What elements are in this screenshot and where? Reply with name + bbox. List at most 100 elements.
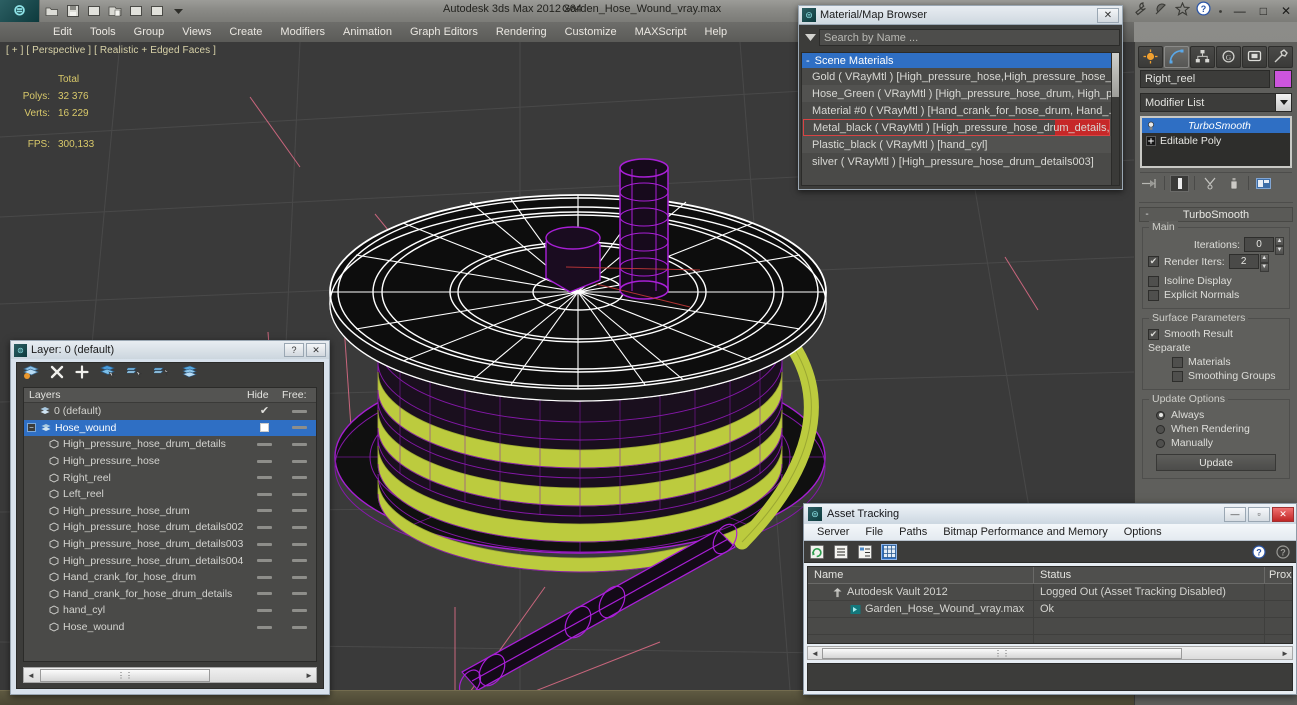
create-tab[interactable] [1138,45,1163,68]
hide-toggle[interactable] [257,525,272,529]
new-layer-icon[interactable] [23,364,39,384]
asset-row-vault[interactable]: Autodesk Vault 2012 Logged Out (Asset Tr… [808,583,1292,601]
layer-row-object[interactable]: Hose_wound [24,619,316,636]
modifier-stack[interactable]: TurboSmooth Editable Poly [1140,116,1292,168]
layer-window-close-button[interactable]: ✕ [306,343,326,357]
update-option-always[interactable]: Always [1148,409,1284,421]
freeze-toggle[interactable] [291,476,307,480]
hide-toggle[interactable] [257,476,272,480]
menu-item-maxscript[interactable]: MAXScript [626,24,696,40]
layer-row-object[interactable]: Left_reel [24,486,316,503]
asset-row-maxfile[interactable]: Garden_Hose_Wound_vray.max Ok [808,600,1292,618]
freeze-toggle[interactable] [291,409,307,413]
asset-menu-file[interactable]: File [857,526,891,538]
materials-checkbox[interactable] [1172,356,1183,368]
object-name-field[interactable]: Right_reel [1140,70,1270,88]
dropdown-icon[interactable] [169,2,187,20]
search-input[interactable]: Search by Name ... [819,28,1120,46]
render-iters-stepper[interactable]: ▲ ▼ [1259,254,1269,272]
asset-menu-options[interactable]: Options [1116,526,1170,538]
update-option-when-rendering[interactable]: When Rendering [1148,423,1284,435]
asset-grid[interactable]: Name Status Prox Autodesk Vault 2012 Log… [807,566,1293,644]
layer-row-object[interactable]: High_pressure_hose_drum_details [24,436,316,453]
render-iters-field[interactable]: 2 [1228,254,1259,269]
save-icon[interactable] [64,2,82,20]
hide-toggle[interactable] [257,575,272,579]
menu-item-tools[interactable]: Tools [81,24,125,40]
freeze-toggle[interactable] [291,426,307,430]
layer-row-object[interactable]: High_pressure_hose_drum [24,503,316,520]
viewport-label[interactable]: [ + ] [ Perspective ] [ Realistic + Edge… [6,45,216,56]
material-item-gold[interactable]: Gold ( VRayMtl ) [High_pressure_hose,Hig… [802,68,1111,85]
pin-stack-icon[interactable] [1140,175,1159,192]
redo-icon[interactable] [106,2,124,20]
freeze-toggle[interactable] [291,592,307,596]
scroll-right-arrow[interactable]: ► [1278,649,1292,658]
asset-menu-bitmap-performance[interactable]: Bitmap Performance and Memory [935,526,1115,538]
refresh-icon[interactable] [809,544,825,560]
hide-toggle[interactable] [257,592,272,596]
display-tab[interactable] [1242,45,1267,68]
scroll-left-arrow[interactable]: ◄ [24,671,38,680]
layer-row-hose-wound[interactable]: − Hose_wound [24,419,316,437]
freeze-toggle[interactable] [291,492,307,496]
material-list-scrollbar[interactable] [1111,52,1120,186]
freeze-toggle[interactable] [291,525,307,529]
asset-tracking-window[interactable]: ⊜ Asset Tracking — ▫ ✕ Server File Paths… [803,503,1297,695]
freeze-toggle[interactable] [291,608,307,612]
material-item-hose-green[interactable]: Hose_Green ( VRayMtl ) [High_pressure_ho… [802,85,1111,102]
modifier-list-dropdown[interactable]: Modifier List [1140,93,1292,112]
layer-row-default[interactable]: 0 (default) ✔ [24,403,316,420]
freeze-toggle[interactable] [291,542,307,546]
freeze-toggle[interactable] [291,442,307,446]
menu-item-rendering[interactable]: Rendering [487,24,556,40]
asset-maximize-button[interactable]: ▫ [1248,506,1270,522]
iterations-stepper[interactable]: ▲ ▼ [1275,237,1284,255]
always-radio[interactable] [1156,410,1165,420]
asset-row-empty[interactable] [808,634,1292,643]
scrollbar-thumb[interactable]: ⋮⋮ [822,647,1182,659]
layer-row-object[interactable]: Right_reel [24,469,316,486]
utilities-tab[interactable] [1268,45,1293,68]
delete-layer-icon[interactable] [50,365,64,384]
scene-materials-group-header[interactable]: - Scene Materials [802,53,1111,68]
hide-toggle[interactable] [257,559,272,563]
material-item-silver[interactable]: silver ( VRayMtl ) [High_pressure_hose_d… [802,153,1111,170]
update-button[interactable]: Update [1156,454,1276,471]
select-objects-icon[interactable] [100,364,116,384]
smoothing-groups-checkbox[interactable] [1172,370,1183,382]
modifier-stack-item-editable-poly[interactable]: Editable Poly [1142,133,1290,148]
isoline-display-checkbox[interactable] [1148,275,1159,287]
hide-toggle[interactable] [257,608,272,612]
freeze-toggle[interactable] [291,575,307,579]
modifier-stack-item-turbosmooth[interactable]: TurboSmooth [1142,118,1290,133]
menu-item-group[interactable]: Group [125,24,174,40]
freeze-toggle[interactable] [291,625,307,629]
help-blue-icon[interactable]: ? [1251,544,1267,560]
freeze-toggle[interactable] [291,459,307,463]
undo-icon[interactable] [85,2,103,20]
layer-row-object[interactable]: Hand_crank_for_hose_drum [24,569,316,586]
freeze-toggle[interactable] [291,559,307,563]
layer-row-object[interactable]: High_pressure_hose [24,453,316,470]
asset-menu-server[interactable]: Server [809,526,857,538]
modify-tab[interactable] [1164,45,1189,68]
help-grey-icon[interactable]: ? [1275,544,1291,560]
scrollbar-thumb[interactable]: ⋮⋮ [40,668,210,682]
scroll-left-arrow[interactable]: ◄ [808,649,822,658]
max-logo-button[interactable]: ⊜ [0,0,40,22]
star-icon[interactable] [1174,1,1190,21]
make-unique-icon[interactable] [1200,175,1219,192]
tree-view-icon[interactable] [857,544,873,560]
menu-item-help[interactable]: Help [696,24,737,40]
add-selection-icon[interactable] [75,364,89,384]
asset-horizontal-scrollbar[interactable]: ◄ ⋮⋮ ► [807,646,1293,660]
asset-close-button[interactable]: ✕ [1272,506,1294,522]
layer-horizontal-scrollbar[interactable]: ◄ ⋮⋮ ► [23,667,317,683]
layer-window-help-button[interactable]: ? [284,343,304,357]
hide-checkbox[interactable] [260,423,269,433]
open-icon[interactable] [43,2,61,20]
hide-toggle[interactable] [257,492,272,496]
layer-row-object[interactable]: High_pressure_hose_drum_details003 [24,536,316,553]
rollout-header[interactable]: - TurboSmooth [1139,207,1293,222]
